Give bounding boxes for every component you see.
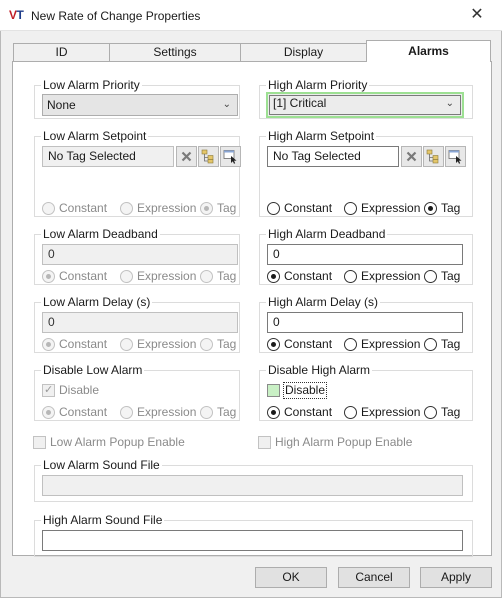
- tab-strip: ID Settings Display Alarms: [13, 40, 491, 62]
- select-tag-icon[interactable]: [220, 146, 241, 167]
- high-disable-mode: Constant Expression Tag: [267, 405, 467, 421]
- high-setpoint-mode: Constant Expression Tag: [267, 201, 467, 217]
- chevron-down-icon: ⌄: [445, 98, 454, 109]
- ok-button[interactable]: OK: [255, 567, 327, 588]
- disable-low-alarm-checkbox[interactable]: Disable: [42, 383, 122, 399]
- alarms-panel: Low Alarm Priority None ⌄ High Alarm Pri…: [12, 61, 492, 557]
- close-icon[interactable]: ✕: [460, 4, 494, 26]
- low-alarm-deadband-label: Low Alarm Deadband: [41, 227, 160, 241]
- dialog-body: ID Settings Display Alarms Low Alarm Pri…: [0, 31, 502, 598]
- high-alarm-delay-label: High Alarm Delay (s): [266, 295, 381, 309]
- low-alarm-priority-select[interactable]: None ⌄: [42, 94, 238, 116]
- cancel-button[interactable]: Cancel: [338, 567, 410, 588]
- clear-tag-icon[interactable]: [176, 146, 197, 167]
- app-logo-icon: VT: [9, 8, 24, 22]
- clear-tag-icon[interactable]: [401, 146, 422, 167]
- low-alarm-sound-file-label: Low Alarm Sound File: [41, 458, 162, 472]
- disable-low-alarm-label: Disable Low Alarm: [41, 363, 145, 377]
- low-alarm-sound-file-input[interactable]: [42, 475, 463, 496]
- high-deadband-mode: Constant Expression Tag: [267, 269, 467, 285]
- low-alarm-delay-input[interactable]: 0: [42, 312, 238, 333]
- low-alarm-deadband-input[interactable]: 0: [42, 244, 238, 265]
- low-delay-mode: Constant Expression Tag: [42, 337, 238, 353]
- high-alarm-popup-enable-checkbox[interactable]: High Alarm Popup Enable: [258, 435, 458, 451]
- high-alarm-deadband-input[interactable]: 0: [267, 244, 463, 265]
- tab-display[interactable]: Display: [240, 43, 367, 62]
- low-alarm-delay-label: Low Alarm Delay (s): [41, 295, 153, 309]
- high-alarm-priority-label: High Alarm Priority: [266, 78, 370, 92]
- tab-settings[interactable]: Settings: [109, 43, 241, 62]
- disable-high-alarm-checkbox[interactable]: Disable: [267, 382, 347, 399]
- high-alarm-sound-file-label: High Alarm Sound File: [41, 513, 165, 527]
- tag-browser-icon[interactable]: [423, 146, 444, 167]
- title-bar: VT New Rate of Change Properties ✕: [0, 0, 502, 31]
- low-alarm-priority-value: None: [47, 98, 76, 112]
- high-alarm-priority-select[interactable]: [1] Critical ⌄: [266, 92, 464, 118]
- tab-id[interactable]: ID: [13, 43, 110, 62]
- high-delay-mode: Constant Expression Tag: [267, 337, 467, 353]
- chevron-down-icon: ⌄: [222, 99, 231, 110]
- select-tag-icon[interactable]: [445, 146, 466, 167]
- tab-alarms[interactable]: Alarms: [366, 40, 491, 62]
- low-alarm-priority-label: Low Alarm Priority: [41, 78, 142, 92]
- low-deadband-mode: Constant Expression Tag: [42, 269, 238, 285]
- low-alarm-setpoint-field[interactable]: No Tag Selected: [42, 146, 174, 167]
- high-alarm-delay-input[interactable]: 0: [267, 312, 463, 333]
- high-alarm-setpoint-label: High Alarm Setpoint: [266, 129, 377, 143]
- high-alarm-setpoint-field[interactable]: No Tag Selected: [267, 146, 399, 167]
- low-disable-mode: Constant Expression Tag: [42, 405, 238, 421]
- high-alarm-sound-file-input[interactable]: [42, 530, 463, 551]
- low-setpoint-mode: Constant Expression Tag: [42, 201, 238, 217]
- window-title: New Rate of Change Properties: [31, 9, 201, 23]
- low-alarm-popup-enable-checkbox[interactable]: Low Alarm Popup Enable: [33, 435, 233, 451]
- high-alarm-priority-value: [1] Critical: [273, 96, 327, 110]
- high-alarm-deadband-label: High Alarm Deadband: [266, 227, 388, 241]
- disable-high-alarm-label: Disable High Alarm: [266, 363, 373, 377]
- apply-button[interactable]: Apply: [420, 567, 492, 588]
- low-alarm-setpoint-label: Low Alarm Setpoint: [41, 129, 149, 143]
- tag-browser-icon[interactable]: [198, 146, 219, 167]
